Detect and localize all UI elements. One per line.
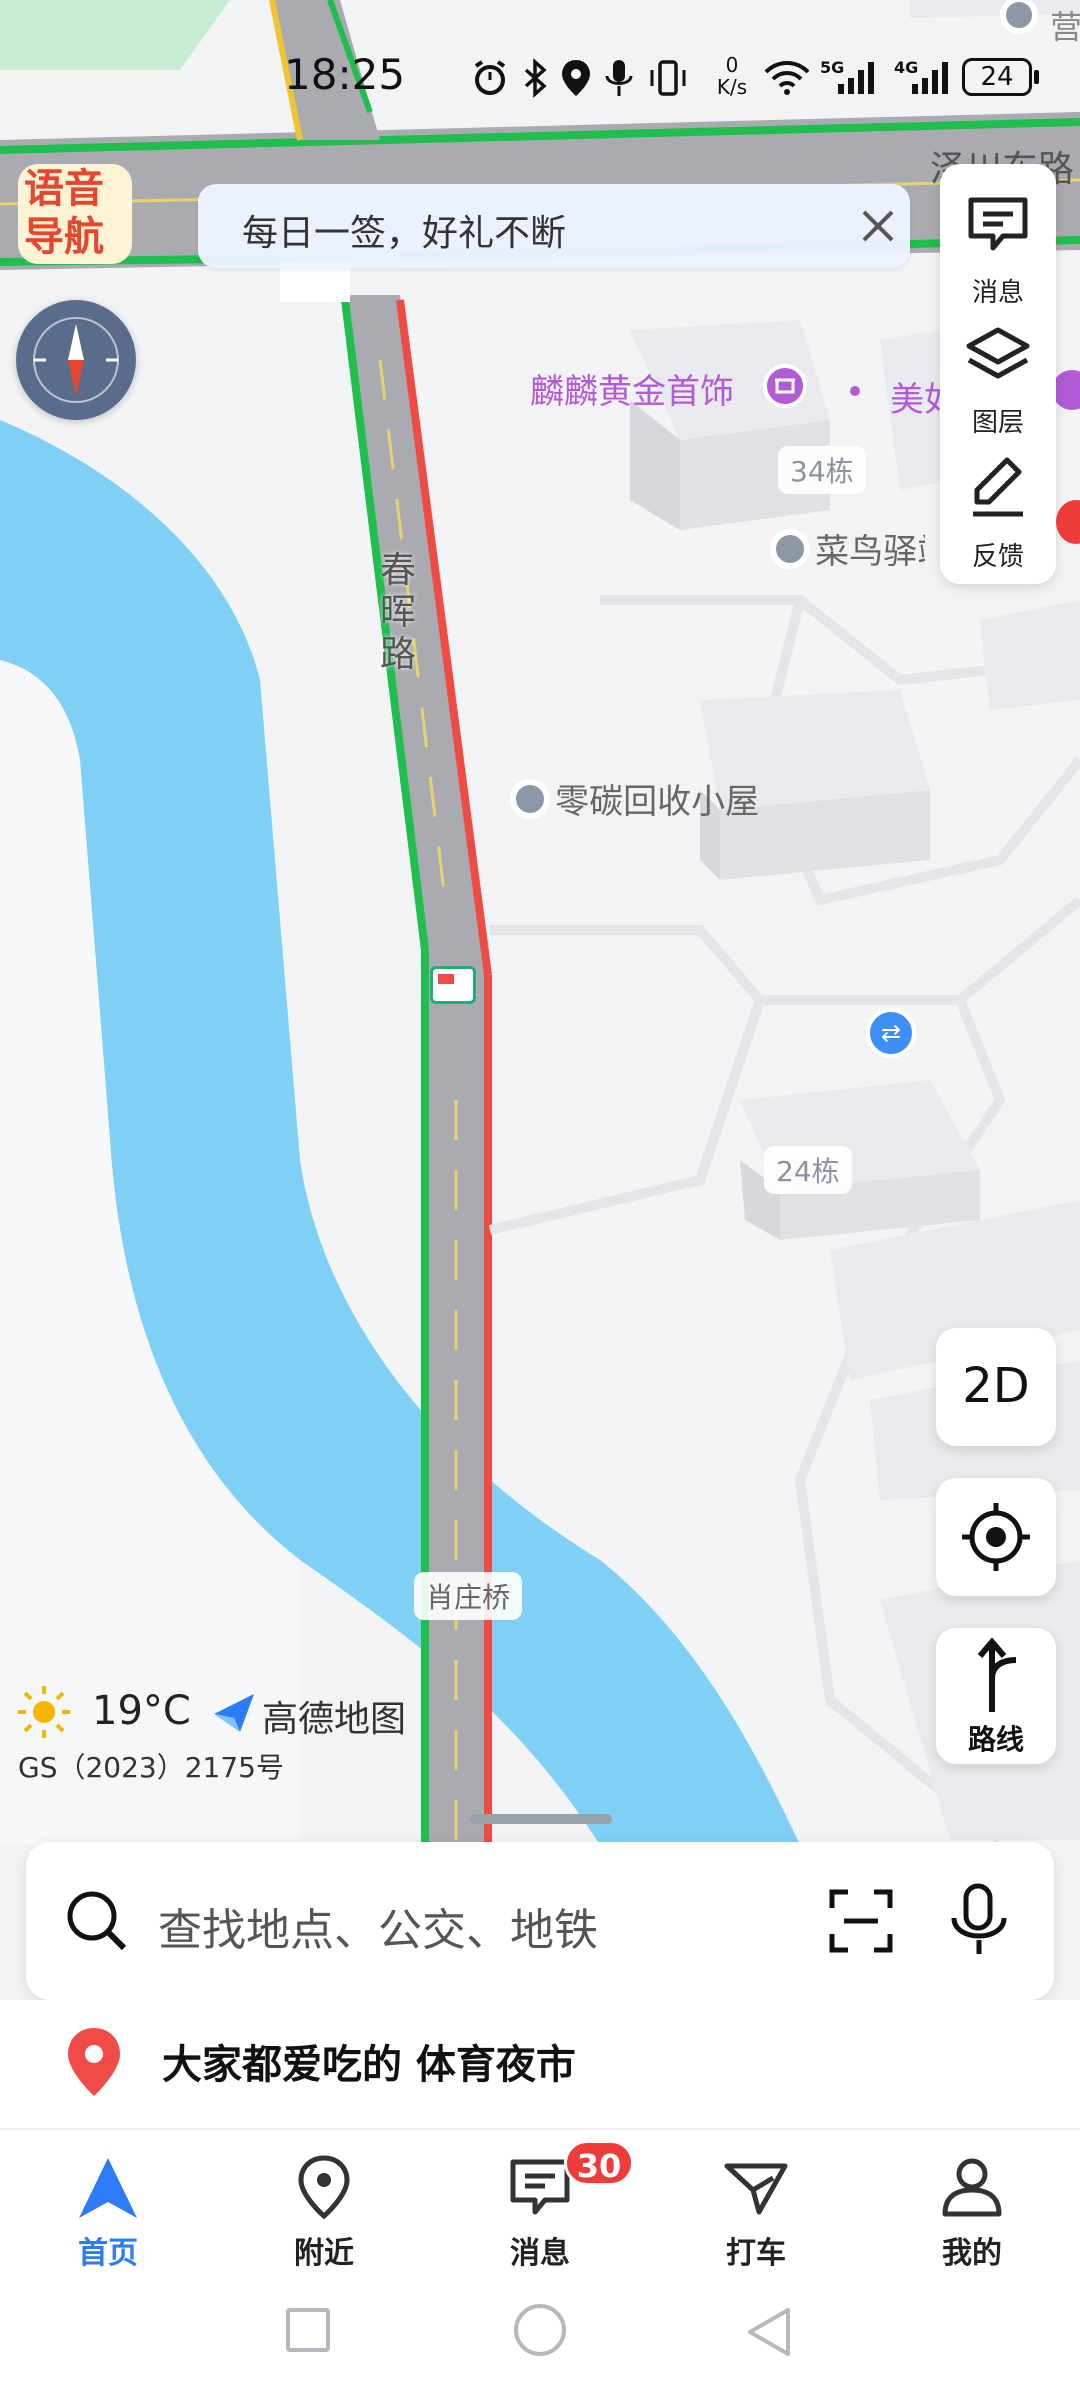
- road-name-label: 春晖路: [380, 550, 417, 675]
- bridge-label: 肖庄桥: [414, 1572, 523, 1620]
- location-dot-icon: [510, 778, 550, 819]
- suggestion-text: 大家都爱吃的 体育夜市: [162, 2042, 576, 2088]
- tab-mine[interactable]: 我的: [864, 2130, 1080, 2280]
- signal-icon: [910, 60, 950, 100]
- navigation-arrow-icon: [79, 2158, 137, 2218]
- suggestion-row[interactable]: 大家都爱吃的 体育夜市: [0, 2000, 1080, 2128]
- shop-icon[interactable]: [763, 364, 807, 408]
- voice-nav-text-1: 语音: [24, 166, 104, 212]
- 2d-mode-button[interactable]: 2D: [936, 1328, 1056, 1446]
- net-speed-value: 0: [725, 53, 739, 77]
- message-badge-count: 30: [576, 2147, 622, 2185]
- poi-cainiao-label: 菜鸟驿站: [815, 532, 925, 572]
- poi-dot-icon: [850, 386, 860, 396]
- system-nav-bar: [0, 2280, 1080, 2400]
- 2d-label: 2D: [962, 1358, 1030, 1414]
- tab-messages[interactable]: 30 消息: [432, 2130, 648, 2280]
- message-icon: [968, 197, 1028, 251]
- scan-icon[interactable]: [828, 1888, 894, 1958]
- route-label: 路线: [967, 1723, 1024, 1756]
- search-input[interactable]: 查找地点、公交、地铁: [158, 1894, 598, 1958]
- bluetooth-icon: [520, 58, 550, 102]
- feedback-label: 反馈: [971, 542, 1024, 572]
- microphone-icon: [604, 58, 634, 102]
- route-button[interactable]: 路线: [936, 1628, 1056, 1764]
- building-34-label: 34栋: [778, 446, 866, 494]
- locate-button[interactable]: [936, 1478, 1056, 1596]
- tab-messages-label: 消息: [510, 2236, 570, 2271]
- messages-button[interactable]: 消息: [940, 184, 1056, 314]
- poi-jewelry-label[interactable]: 麟麟黄金首饰: [530, 364, 734, 413]
- tab-mine-label: 我的: [942, 2236, 1002, 2271]
- status-bar: 18:25 0 K/s 5G 4G 24: [0, 40, 1080, 120]
- home-icon[interactable]: [514, 2304, 566, 2356]
- sun-icon: [16, 1684, 72, 1744]
- close-icon[interactable]: [860, 208, 896, 248]
- bus-stop-icon[interactable]: [430, 966, 476, 1004]
- daily-sign-banner[interactable]: 每日一签，好礼不断: [198, 184, 910, 268]
- location-pin-icon: [298, 2155, 350, 2220]
- locate-icon: [962, 1503, 1030, 1571]
- weather-temperature: 19°C: [92, 1688, 191, 1734]
- taxi-icon: [724, 2163, 788, 2215]
- layers-label: 图层: [971, 408, 1024, 438]
- net-speed: 0 K/s: [712, 54, 752, 98]
- poi-cainiao[interactable]: 菜鸟驿站: [770, 524, 925, 573]
- gs-number: GS（2023）2175号: [18, 1751, 284, 1784]
- user-icon: [942, 2158, 1002, 2217]
- compass-button[interactable]: [16, 300, 136, 420]
- tab-taxi-label: 打车: [726, 2236, 786, 2271]
- tab-home-label: 首页: [78, 2236, 138, 2271]
- recent-apps-icon[interactable]: [286, 2308, 330, 2352]
- poi-mei-label[interactable]: 美如: [890, 372, 940, 421]
- tab-nearby[interactable]: 附近: [216, 2130, 432, 2280]
- bottom-tab-bar: 首页 附近 30 消息 打车 我的: [0, 2130, 1080, 2280]
- feedback-button[interactable]: 反馈: [940, 452, 1056, 582]
- battery-icon: 24: [962, 58, 1032, 96]
- building-24-label: 24栋: [764, 1146, 852, 1194]
- clock: 18:25: [284, 50, 406, 99]
- amap-logo-text: 高德地图: [262, 1699, 407, 1740]
- banner-text: 每日一签，好礼不断: [242, 213, 567, 254]
- voice-search-icon[interactable]: [946, 1882, 1012, 1962]
- alarm-icon: [470, 58, 510, 102]
- search-bar[interactable]: 查找地点、公交、地铁: [26, 1842, 1054, 2000]
- layers-icon: [966, 327, 1030, 379]
- edit-icon: [973, 457, 1023, 517]
- map-side-panel: 消息 图层 反馈: [940, 164, 1056, 584]
- signal-icon: [836, 60, 876, 100]
- messages-label: 消息: [971, 278, 1024, 308]
- tab-nearby-label: 附近: [294, 2236, 354, 2271]
- poi-recycle[interactable]: 零碳回收小屋: [510, 774, 759, 823]
- back-icon[interactable]: [744, 2306, 794, 2362]
- tab-home[interactable]: 首页: [0, 2130, 216, 2280]
- wifi-icon: [764, 58, 810, 102]
- voice-nav-text-2: 导航: [24, 214, 104, 260]
- search-icon: [62, 1886, 132, 1960]
- voice-navigation-button[interactable]: 语音 导航: [18, 164, 132, 264]
- poi-recycle-label: 零碳回收小屋: [555, 782, 760, 822]
- tab-taxi[interactable]: 打车: [648, 2130, 864, 2280]
- location-icon: [560, 58, 592, 102]
- layers-button[interactable]: 图层: [940, 318, 1056, 448]
- battery-level: 24: [980, 62, 1014, 92]
- location-dot-icon: [770, 528, 810, 569]
- amap-logo-icon: [210, 1688, 258, 1740]
- transfer-icon[interactable]: ⇄: [866, 1008, 916, 1058]
- map-pin-icon: [64, 2026, 124, 2102]
- net-speed-unit: K/s: [716, 75, 748, 99]
- battery-tip: [1034, 70, 1039, 84]
- message-badge: 30: [564, 2140, 634, 2186]
- vibrate-icon: [648, 58, 688, 102]
- route-icon: [977, 1637, 1017, 1712]
- compass-icon: [33, 317, 119, 403]
- drag-handle[interactable]: [470, 1814, 612, 1824]
